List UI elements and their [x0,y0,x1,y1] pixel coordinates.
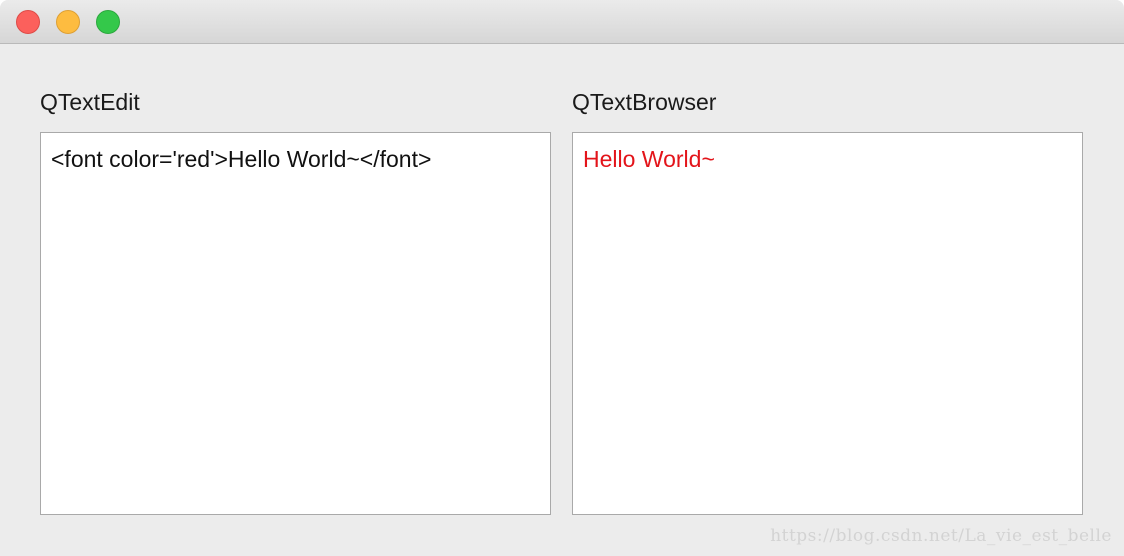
app-window: QTextEdit <font color='red'>Hello World~… [0,0,1124,556]
minimize-icon[interactable] [56,10,80,34]
close-icon[interactable] [16,10,40,34]
watermark-text: https://blog.csdn.net/La_vie_est_belle [770,526,1112,546]
qtextedit-field[interactable]: <font color='red'>Hello World~</font> [40,132,551,515]
qtextbrowser-label: QTextBrowser [572,89,717,115]
qtextbrowser-view[interactable]: Hello World~ [572,132,1083,515]
zoom-icon[interactable] [96,10,120,34]
title-bar[interactable] [0,0,1124,44]
qtextedit-content[interactable]: <font color='red'>Hello World~</font> [51,145,431,173]
qtextedit-label: QTextEdit [40,89,140,115]
qtextbrowser-content: Hello World~ [583,146,715,172]
